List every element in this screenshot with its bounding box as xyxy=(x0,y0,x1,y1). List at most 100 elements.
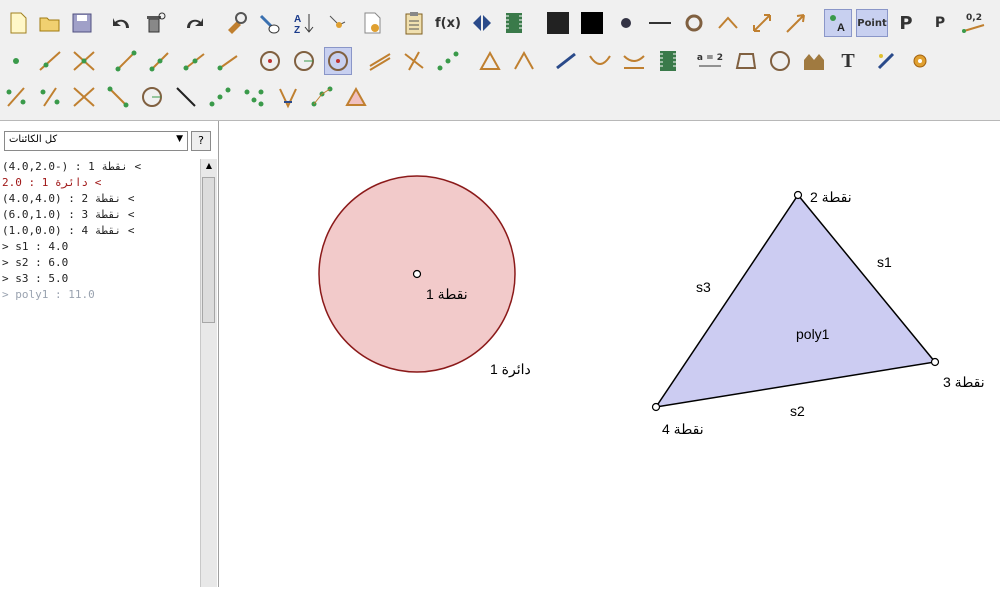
black-square-icon[interactable] xyxy=(544,9,572,37)
rounding-button[interactable]: 0,2 xyxy=(960,9,988,37)
point-style-small-button[interactable]: P xyxy=(926,9,954,37)
point-caption-button[interactable]: Point xyxy=(856,9,888,37)
segment-length-icon[interactable] xyxy=(146,47,174,75)
point-4-label: نقطة 4 xyxy=(662,421,704,437)
gear-icon[interactable] xyxy=(906,47,934,75)
point-2[interactable] xyxy=(793,190,803,200)
sort-az-icon[interactable]: AZ xyxy=(290,9,318,37)
list-item-poly1[interactable]: > poly1 : 11.0 xyxy=(0,287,200,303)
locus-film-icon[interactable] xyxy=(654,47,682,75)
list-item-s2[interactable]: > s2 : 6.0 xyxy=(0,255,200,271)
list-item-point4[interactable]: (1.0,0.0) : نقطة 4 < xyxy=(0,223,200,239)
polygon-icon[interactable] xyxy=(732,47,760,75)
point-style-button[interactable]: P xyxy=(892,9,920,37)
dilate-icon[interactable] xyxy=(138,83,166,111)
translate-icon[interactable] xyxy=(104,83,132,111)
object-filter-select[interactable]: كل الكائنات ▼ xyxy=(4,131,188,151)
vector-icon[interactable] xyxy=(214,47,242,75)
algebra-view: كل الكائنات ▼ ? (4.0,2.0-) : نقطة 1 < 2.… xyxy=(0,121,219,587)
distance-icon[interactable] xyxy=(308,83,336,111)
geometry-canvas[interactable]: نقطة 1 دائرة 1 نقطة 2 نقطة 3 نقطة 4 s1 s… xyxy=(220,121,1000,587)
redo-icon[interactable] xyxy=(180,9,208,37)
point-3[interactable] xyxy=(930,357,940,367)
compass-arrows-icon[interactable] xyxy=(714,9,742,37)
save-icon[interactable] xyxy=(68,9,96,37)
list-item-circle1[interactable]: 2.0 : دائرة 1 < xyxy=(0,175,200,191)
perpendicular-icon[interactable] xyxy=(400,47,428,75)
tangent-icon[interactable] xyxy=(552,47,580,75)
line-through-points-icon[interactable] xyxy=(36,47,64,75)
label-point-icon[interactable]: A xyxy=(824,9,852,37)
segment-s1-label: s1 xyxy=(877,254,892,270)
svg-text:Z: Z xyxy=(294,25,300,36)
svg-text:A: A xyxy=(294,14,301,25)
black-square-large-icon[interactable] xyxy=(578,9,606,37)
arrow-icon[interactable] xyxy=(782,9,810,37)
points-series-icon[interactable] xyxy=(206,83,234,111)
polar-line-icon[interactable] xyxy=(620,47,648,75)
segment-icon[interactable] xyxy=(112,47,140,75)
list-item-point1[interactable]: (4.0,2.0-) : نقطة 1 < xyxy=(0,159,200,175)
svg-text:A: A xyxy=(837,22,845,34)
rotate-icon[interactable] xyxy=(70,83,98,111)
double-arrow-icon[interactable] xyxy=(748,9,776,37)
slider-button[interactable]: a = 2 xyxy=(694,47,726,75)
list-item-s3[interactable]: > s3 : 5.0 xyxy=(0,271,200,287)
ring-icon[interactable] xyxy=(680,9,708,37)
parallel-line-icon[interactable] xyxy=(366,47,394,75)
text-tool-button[interactable]: T xyxy=(834,47,862,75)
triangle-points-icon[interactable] xyxy=(476,47,504,75)
midpoint-icon[interactable] xyxy=(434,47,462,75)
object-list: (4.0,2.0-) : نقطة 1 < 2.0 : دائرة 1 < (4… xyxy=(0,159,200,587)
circle-1-label: دائرة 1 xyxy=(490,361,531,378)
house-shape-icon[interactable] xyxy=(800,47,828,75)
polygon-poly1[interactable] xyxy=(654,193,937,409)
list-scrollbar[interactable]: ▲ xyxy=(200,159,217,587)
dot-icon[interactable] xyxy=(612,9,640,37)
settings-document-icon[interactable] xyxy=(358,9,386,37)
undo-icon[interactable] xyxy=(108,9,136,37)
intersect-icon[interactable] xyxy=(70,47,98,75)
point-3-label: نقطة 3 xyxy=(943,374,985,390)
circle-center-icon[interactable] xyxy=(256,47,284,75)
delete-icon[interactable] xyxy=(140,9,168,37)
help-button[interactable]: ? xyxy=(191,131,211,151)
function-button[interactable]: f(x) xyxy=(434,9,462,37)
wrench-icon[interactable] xyxy=(222,9,250,37)
paint-brush-icon[interactable] xyxy=(256,9,284,37)
regular-polygon-icon[interactable] xyxy=(766,47,794,75)
scroll-thumb[interactable] xyxy=(202,177,215,323)
graphics-view[interactable]: نقطة 1 دائرة 1 نقطة 2 نقطة 3 نقطة 4 s1 s… xyxy=(220,121,1000,587)
circle-compass-icon[interactable] xyxy=(324,47,352,75)
point-1[interactable] xyxy=(412,269,422,279)
flip-arrows-icon[interactable] xyxy=(468,9,496,37)
slider-label: a = 2 xyxy=(696,53,724,63)
ray-icon[interactable] xyxy=(180,47,208,75)
angle-measure-icon[interactable] xyxy=(274,83,302,111)
clipboard-icon[interactable] xyxy=(400,9,428,37)
scroll-up-arrow-icon[interactable]: ▲ xyxy=(201,159,217,173)
new-point-icon[interactable] xyxy=(2,47,30,75)
angle-bisector-icon[interactable] xyxy=(510,47,538,75)
list-item-point3[interactable]: (6.0,1.0) : نقطة 3 < xyxy=(0,207,200,223)
curve-icon[interactable] xyxy=(586,47,614,75)
list-item-s1[interactable]: > s1 : 4.0 xyxy=(0,239,200,255)
triangle-area-icon[interactable] xyxy=(342,83,370,111)
new-file-icon[interactable] xyxy=(4,9,32,37)
point-2-label: نقطة 2 xyxy=(810,189,852,205)
circle-radius-icon[interactable] xyxy=(290,47,318,75)
function-label: f(x) xyxy=(435,15,461,31)
line-point-icon[interactable] xyxy=(172,83,200,111)
move-point-icon[interactable] xyxy=(324,9,352,37)
reflect-point-icon[interactable] xyxy=(36,83,64,111)
p-small-label: P xyxy=(934,15,946,31)
line-style-icon[interactable] xyxy=(646,9,674,37)
text-tool-label: T xyxy=(841,49,855,72)
magic-wand-icon[interactable] xyxy=(872,47,900,75)
filmstrip-icon[interactable] xyxy=(500,9,528,37)
reflect-line-icon[interactable] xyxy=(2,83,30,111)
points-cluster-icon[interactable] xyxy=(240,83,268,111)
list-item-point2[interactable]: (4.0,4.0) : نقطة 2 < xyxy=(0,191,200,207)
point-4[interactable] xyxy=(651,402,661,412)
open-folder-icon[interactable] xyxy=(36,9,64,37)
